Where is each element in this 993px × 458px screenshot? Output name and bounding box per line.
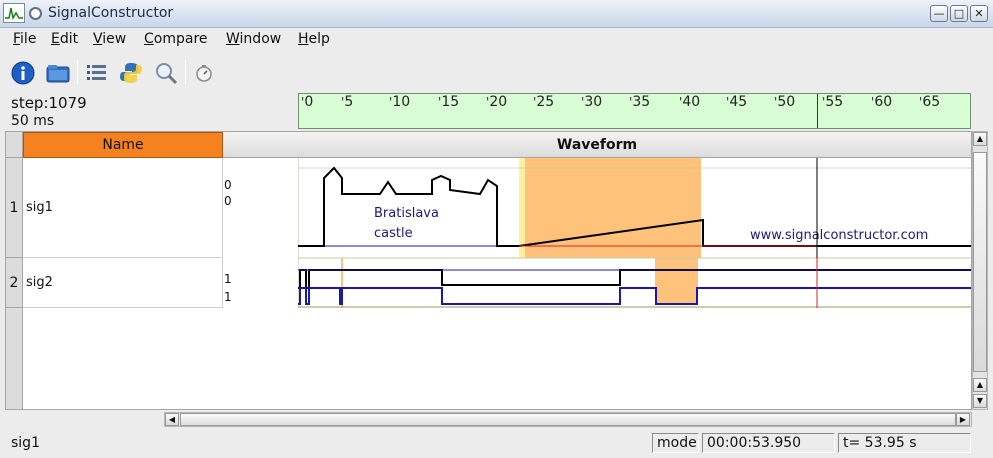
- status-signal-name: sig1: [11, 435, 40, 451]
- menu-view[interactable]: View: [93, 31, 126, 47]
- header-corner: [6, 132, 23, 158]
- time-interval: 50 ms: [11, 113, 55, 129]
- t-readout: t= 53.95 s: [838, 433, 971, 453]
- ruler-tick: 10: [389, 94, 410, 110]
- step-counter: step:1079: [11, 94, 87, 112]
- ruler-tick: 65: [919, 94, 940, 110]
- sig2-wave-blue: [298, 287, 971, 305]
- ruler-tick: 45: [726, 94, 747, 110]
- ruler-tick: 35: [629, 94, 650, 110]
- row-number[interactable]: 2: [6, 258, 23, 308]
- castle-annotation-line1: Bratislava: [374, 206, 439, 221]
- ruler-tick: 5: [341, 94, 353, 110]
- toolbar-separator: [185, 60, 186, 84]
- highlight-region: [525, 158, 701, 258]
- signal-value: 0: [224, 194, 232, 208]
- scroll-up-arrow[interactable]: ▲: [973, 378, 987, 392]
- horizontal-scroll-thumb[interactable]: [180, 413, 956, 426]
- ruler-tick: 25: [533, 94, 554, 110]
- magnifier-icon[interactable]: [153, 60, 179, 86]
- window-title: SignalConstructor: [48, 5, 174, 21]
- signal-name-sig2[interactable]: sig2: [23, 258, 223, 308]
- highlight-region: [655, 258, 698, 305]
- scroll-up-arrow[interactable]: ▲: [973, 132, 987, 146]
- castle-annotation-line2: castle: [374, 226, 413, 241]
- row-header-filler: [6, 308, 23, 409]
- maximize-button[interactable]: □: [950, 5, 968, 22]
- name-column-header[interactable]: Name: [23, 132, 223, 158]
- menu-compare[interactable]: Compare: [144, 31, 208, 47]
- info-icon[interactable]: [10, 60, 36, 86]
- menu-bar: File Edit View Compare Window Help: [0, 28, 993, 52]
- python-icon[interactable]: [118, 60, 144, 86]
- scroll-down-arrow[interactable]: ▼: [973, 394, 987, 408]
- signal-name-sig1[interactable]: sig1: [23, 158, 223, 258]
- minimize-button[interactable]: —: [930, 5, 948, 22]
- open-folder-icon[interactable]: [45, 60, 71, 86]
- sig2-wave-dark: [298, 269, 971, 289]
- toolbar-separator: [77, 60, 78, 84]
- signal-value: 1: [224, 272, 232, 286]
- ruler-tick: 20: [486, 94, 507, 110]
- selection-edge: [519, 158, 525, 258]
- close-button[interactable]: ✕: [970, 5, 988, 22]
- title-bar: SignalConstructor — □ ✕: [0, 0, 993, 28]
- horizontal-scrollbar[interactable]: ◀ ▶: [164, 412, 972, 427]
- signal-grid: Name Waveform 1 sig1 0 0 2 sig2 1 1 6 0 …: [5, 131, 972, 410]
- list-icon[interactable]: [84, 60, 110, 86]
- ruler-tick: 40: [679, 94, 700, 110]
- waveform-canvas[interactable]: 6 0 Bratislava castle www.signalconstruc…: [298, 158, 971, 308]
- time-ruler[interactable]: 0 5 10 15 20 25 30 35 40 45 50 55 60 65: [298, 93, 971, 129]
- ruler-cursor-marker[interactable]: [817, 94, 818, 128]
- toolbar: [0, 54, 993, 90]
- scroll-left-arrow[interactable]: ◀: [165, 413, 179, 426]
- menu-file[interactable]: File: [13, 31, 36, 47]
- vertical-scrollbar[interactable]: ▲ ▲ ▼: [972, 131, 988, 410]
- waveform-column-header[interactable]: Waveform: [223, 132, 971, 158]
- scroll-right-arrow[interactable]: ▶: [956, 413, 970, 426]
- app-logo-icon: [3, 3, 25, 23]
- mode-indicator: mode: [652, 433, 699, 453]
- ruler-tick: 60: [871, 94, 892, 110]
- vertical-scroll-thumb[interactable]: [973, 152, 987, 372]
- ruler-tick: 0: [301, 94, 313, 110]
- url-annotation: www.signalconstructor.com: [750, 228, 928, 243]
- ruler-tick: 55: [822, 94, 843, 110]
- pin-icon[interactable]: [29, 7, 42, 20]
- menu-help[interactable]: Help: [298, 31, 330, 47]
- signal-value: 1: [224, 290, 232, 304]
- menu-window[interactable]: Window: [226, 31, 281, 47]
- ruler-tick: 30: [581, 94, 602, 110]
- ruler-tick: 50: [774, 94, 795, 110]
- timer-icon[interactable]: [191, 60, 217, 86]
- ruler-tick: 15: [438, 94, 459, 110]
- signal-value: 0: [224, 178, 232, 192]
- time-readout: 00:00:53.950: [702, 433, 835, 453]
- menu-edit[interactable]: Edit: [51, 31, 78, 47]
- row-number[interactable]: 1: [6, 158, 23, 258]
- status-bar: sig1 mode 00:00:53.950 t= 53.95 s: [0, 430, 993, 458]
